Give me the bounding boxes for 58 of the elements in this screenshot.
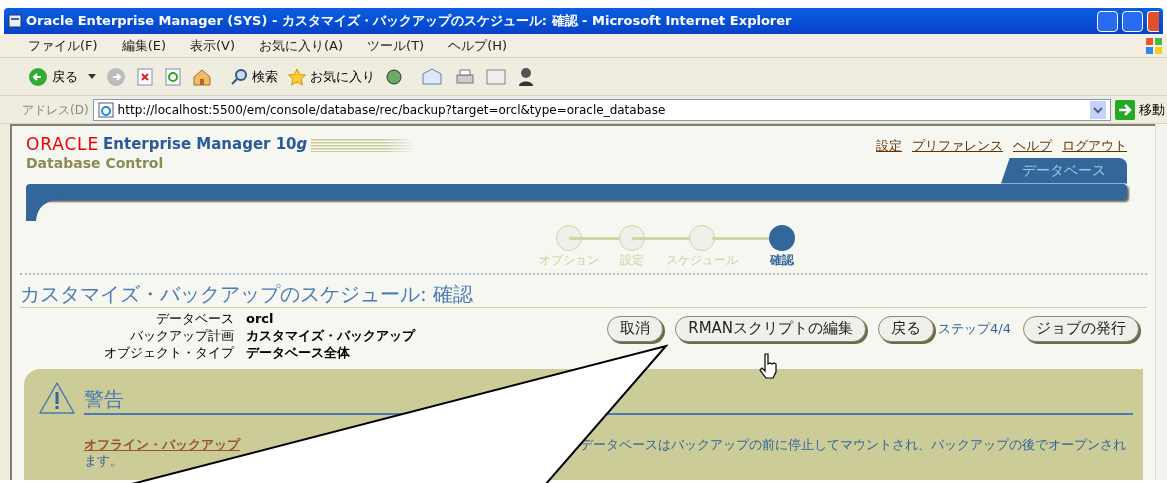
train-label: 設定: [619, 251, 644, 269]
mail-icon[interactable]: [421, 67, 445, 86]
warning-icon: [38, 380, 76, 415]
info-label: バックアップ計画: [129, 326, 234, 344]
stop-icon[interactable]: [136, 67, 154, 86]
product-subtitle: Database Control: [26, 154, 165, 173]
train-step[interactable]: [768, 224, 795, 251]
info-label: オブジェクト・タイプ: [104, 343, 234, 361]
window-title: Oracle Enterprise Manager (SYS) - カスタマイズ・バックアップのスケジュール: 確認 - Microsoft Internet Explorer: [26, 12, 792, 31]
info-value: データベース全体: [246, 343, 351, 361]
action-button[interactable]: 取消: [607, 315, 664, 342]
scrollbar[interactable]: [1155, 124, 1167, 480]
train-label: 確認: [769, 251, 794, 269]
menu-item[interactable]: ヘルプ(H): [448, 35, 508, 56]
step-indicator: ステップ4/4: [938, 319, 1011, 338]
menu-item[interactable]: ファイル(F): [28, 35, 98, 56]
search-icon: [230, 67, 248, 86]
info-label: データベース: [155, 309, 234, 327]
info-value: orcl: [246, 309, 275, 327]
search-button[interactable]: 検索: [230, 66, 278, 87]
global-link[interactable]: プリファレンス: [912, 136, 1003, 156]
page-icon: [8, 14, 22, 28]
menu-item[interactable]: お気に入り(A): [259, 35, 344, 56]
favorites-button[interactable]: お気に入り: [288, 66, 375, 87]
product-name: Enterprise Manager 10g: [103, 137, 308, 152]
oracle-logo: ORACLE: [26, 136, 100, 153]
menu-item[interactable]: ツール(T): [367, 35, 425, 56]
page-title: カスタマイズ・バックアップのスケジュール: 確認: [20, 280, 475, 307]
action-button[interactable]: RMANスクリプトの編集: [675, 315, 867, 342]
messenger-icon[interactable]: [517, 66, 535, 87]
printer-icon[interactable]: [455, 67, 475, 86]
address-field[interactable]: http://localhost:5500/em/console/database/rec/backup?target=orcl&type=oracle_database: [92, 98, 1111, 121]
maximize-button[interactable]: [1122, 10, 1143, 32]
go-button[interactable]: 移動: [1115, 99, 1165, 120]
history-icon[interactable]: [385, 67, 403, 86]
train-label: スケジュール: [665, 251, 738, 269]
ie-page-icon: [97, 101, 114, 118]
dropdown-icon[interactable]: [1090, 100, 1106, 119]
windows-logo-icon: [1145, 37, 1163, 55]
warning-text-continuation: ます。: [84, 452, 123, 468]
global-link[interactable]: ヘルプ: [1013, 136, 1052, 156]
star-icon: [288, 67, 306, 86]
global-link[interactable]: ログアウト: [1062, 136, 1127, 156]
close-button[interactable]: [1147, 10, 1159, 32]
url-text: http://localhost:5500/em/console/database/rec/backup?target=orcl&type=oracle_database: [117, 101, 667, 119]
info-value: カスタマイズ・バックアップ: [246, 326, 415, 344]
caret-icon: [88, 73, 96, 80]
offline-backup-link[interactable]: オフライン・バックアップ: [84, 436, 240, 453]
menu-item[interactable]: 編集(E): [121, 35, 166, 56]
menu-item[interactable]: 表示(V): [190, 35, 236, 56]
global-link[interactable]: 設定: [876, 136, 902, 156]
address-label: アドレス(D): [22, 101, 89, 119]
action-button[interactable]: ジョブの発行: [1023, 315, 1139, 342]
back-button[interactable]: 戻る: [28, 66, 78, 87]
train-label: オプション: [538, 251, 599, 269]
refresh-icon[interactable]: [164, 67, 182, 86]
minimize-button[interactable]: [1097, 10, 1118, 32]
action-button[interactable]: 戻る: [878, 315, 935, 342]
